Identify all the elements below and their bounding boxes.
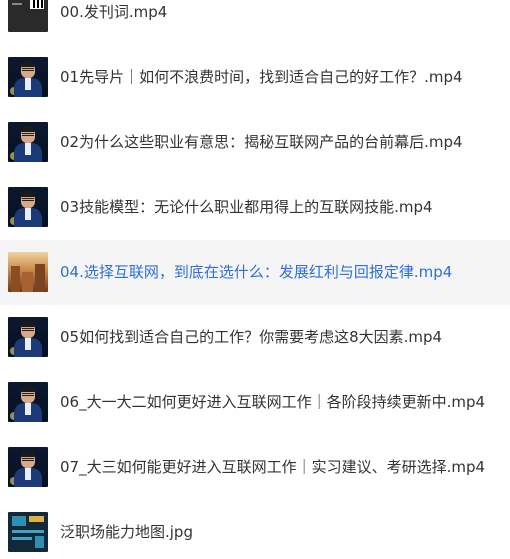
presenter-video-thumbnail	[8, 57, 48, 97]
file-row-06[interactable]: 06_大一大二如何更好进入互联网工作｜各阶段持续更新中.mp4	[0, 370, 510, 435]
presenter-video-thumbnail	[8, 447, 48, 487]
file-name: 03技能模型：无论什么职业都用得上的互联网技能.mp4	[60, 198, 433, 216]
city-scene-thumbnail	[8, 252, 48, 292]
file-name: 泛职场能力地图.jpg	[60, 523, 193, 541]
file-row-07[interactable]: 07_大三如何能更好进入互联网工作｜实习建议、考研选择.mp4	[0, 435, 510, 500]
presenter-video-thumbnail	[8, 382, 48, 422]
presenter-video-thumbnail	[8, 317, 48, 357]
file-row-05[interactable]: 05如何找到适合自己的工作？你需要考虑这8大因素.mp4	[0, 305, 510, 370]
presenter-video-thumbnail	[8, 122, 48, 162]
file-row-00[interactable]: 00.发刊词.mp4	[0, 0, 510, 45]
file-name: 07_大三如何能更好进入互联网工作｜实习建议、考研选择.mp4	[60, 458, 486, 476]
file-name: 01先导片｜如何不浪费时间，找到适合自己的好工作？.mp4	[60, 68, 463, 86]
file-name: 04.选择互联网，到底在选什么：发展红利与回报定律.mp4	[60, 263, 453, 281]
file-name: 00.发刊词.mp4	[60, 3, 168, 21]
presenter-video-thumbnail	[8, 187, 48, 227]
map-image-thumbnail	[8, 512, 48, 552]
file-row-01[interactable]: 01先导片｜如何不浪费时间，找到适合自己的好工作？.mp4	[0, 45, 510, 110]
file-name: 02为什么这些职业有意思：揭秘互联网产品的台前幕后.mp4	[60, 133, 463, 151]
file-row-02[interactable]: 02为什么这些职业有意思：揭秘互联网产品的台前幕后.mp4	[0, 110, 510, 175]
qr-code-thumbnail	[8, 0, 48, 32]
file-name: 05如何找到适合自己的工作？你需要考虑这8大因素.mp4	[60, 328, 443, 346]
file-list: 00.发刊词.mp4 01先导片｜如何不浪费时间，找到适合自己的好工作？.mp4…	[0, 0, 510, 559]
file-row-08[interactable]: 泛职场能力地图.jpg	[0, 494, 510, 559]
file-row-04[interactable]: 04.选择互联网，到底在选什么：发展红利与回报定律.mp4	[0, 240, 510, 305]
file-row-03[interactable]: 03技能模型：无论什么职业都用得上的互联网技能.mp4	[0, 175, 510, 240]
file-name: 06_大一大二如何更好进入互联网工作｜各阶段持续更新中.mp4	[60, 393, 486, 411]
